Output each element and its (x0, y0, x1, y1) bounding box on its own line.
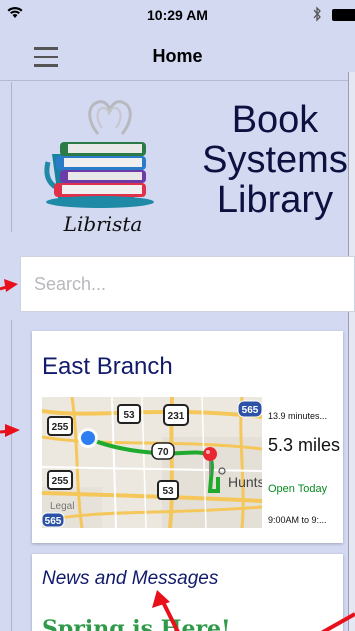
map-shield: 53 (162, 486, 174, 497)
map-city-label: Hunts (228, 474, 262, 490)
map-shield: 231 (168, 411, 185, 422)
distance: 5.3 miles (268, 435, 341, 455)
librista-logo: Librista (38, 92, 178, 242)
branch-info: 13.9 minutes... 5.3 miles Open Today 9:0… (268, 397, 340, 528)
map-shield: 255 (52, 422, 69, 433)
home-screen: 10:29 AM Home Librista Book Systems Libr… (0, 0, 355, 631)
search-bar (20, 256, 355, 312)
search-input[interactable] (21, 257, 354, 311)
battery-icon (332, 9, 355, 21)
library-title-line: Systems (202, 139, 348, 181)
status-bar: 10:29 AM (0, 0, 355, 32)
arrow-icon (0, 424, 20, 437)
library-title-line: Book (231, 99, 319, 141)
bluetooth-icon (312, 6, 322, 25)
map-shield: 565 (242, 405, 259, 416)
opening-hours: 9:00AM to 9:... (268, 515, 327, 525)
library-title: Book Systems Library (190, 100, 355, 220)
map-shield: 70 (157, 447, 169, 458)
map-legal-label: Legal (50, 501, 74, 512)
logo-text: Librista (63, 212, 143, 236)
news-title: News and Messages (42, 568, 219, 589)
arrow-icon (0, 279, 18, 292)
status-time: 10:29 AM (147, 7, 208, 23)
branch-map[interactable]: 255 53 231 565 70 255 53 565 Hunts Legal (42, 397, 262, 528)
navigation-bar: Home (0, 33, 355, 81)
map-shield: 255 (52, 476, 69, 487)
branch-name: East Branch (42, 353, 173, 380)
open-status: Open Today (268, 483, 328, 495)
library-title-line: Library (216, 179, 334, 221)
left-divider (11, 320, 12, 631)
left-divider (11, 82, 12, 232)
travel-time: 13.9 minutes... (268, 411, 328, 421)
book-stack-cup-icon (44, 100, 154, 208)
news-headline[interactable]: Spring is Here! (42, 616, 231, 631)
news-card[interactable]: News and Messages Spring is Here! (32, 554, 343, 631)
branch-card[interactable]: East Branch 255 53 231 565 70 255 53 565… (32, 331, 343, 543)
map-shield: 53 (123, 410, 135, 421)
page-title: Home (152, 46, 203, 66)
map-shield: 565 (45, 516, 62, 527)
